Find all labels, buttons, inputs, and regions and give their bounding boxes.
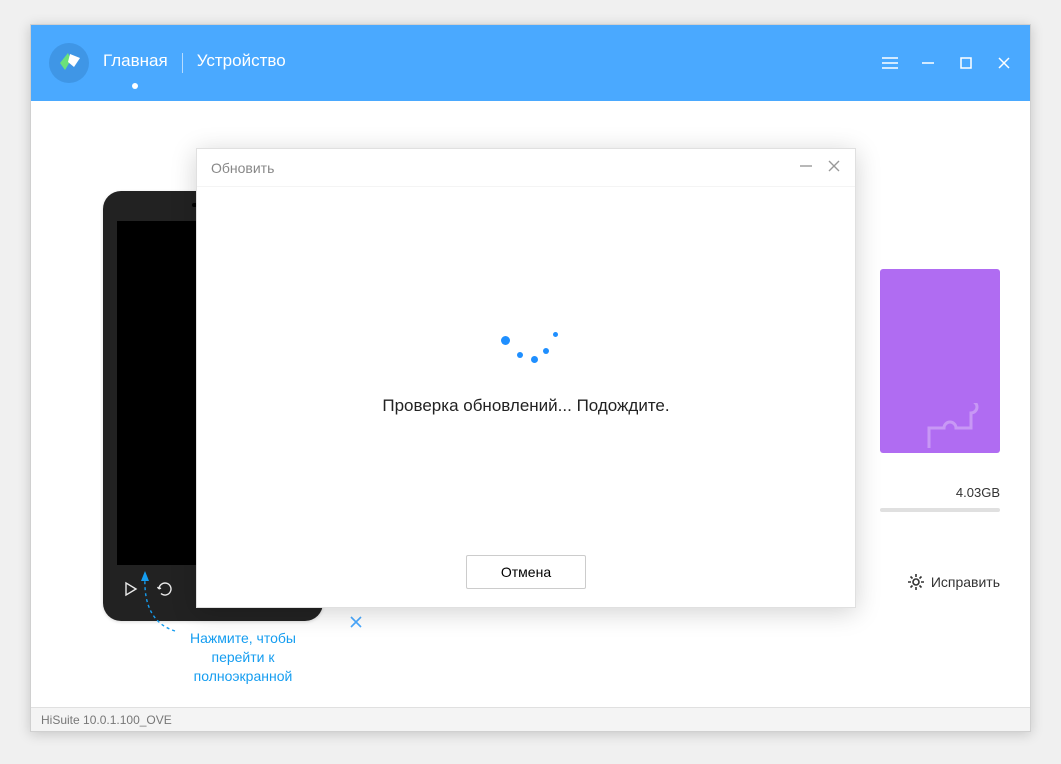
tooltip-close-icon[interactable]	[349, 613, 363, 634]
dialog-message: Проверка обновлений... Подождите.	[382, 396, 669, 416]
side-card	[880, 269, 1000, 453]
nav-separator	[182, 53, 183, 73]
loading-spinner-icon	[491, 308, 561, 378]
update-dialog: Обновить Проверка обновлений... Подождит…	[196, 148, 856, 608]
gear-icon	[907, 573, 925, 591]
dialog-close-icon[interactable]	[827, 159, 841, 176]
dialog-minimize-icon[interactable]	[799, 159, 813, 176]
menu-icon[interactable]	[882, 55, 898, 71]
cancel-button[interactable]: Отмена	[466, 555, 586, 589]
nav-home[interactable]: Главная	[103, 51, 168, 75]
dialog-footer: Отмена	[197, 537, 855, 607]
storage-bar	[880, 508, 1000, 512]
close-icon[interactable]	[996, 55, 1012, 71]
dialog-body: Проверка обновлений... Подождите.	[197, 187, 855, 537]
puzzle-icon	[924, 403, 994, 453]
app-logo	[49, 43, 89, 83]
logo-icon	[56, 50, 82, 76]
maximize-icon[interactable]	[958, 55, 974, 71]
storage-info: 4.03GB	[880, 485, 1000, 512]
storage-value: 4.03GB	[880, 485, 1000, 500]
fix-button[interactable]: Исправить	[907, 573, 1000, 591]
dialog-header: Обновить	[197, 149, 855, 187]
minimize-icon[interactable]	[920, 55, 936, 71]
version-label: HiSuite 10.0.1.100_OVE	[41, 713, 172, 727]
dialog-title: Обновить	[211, 160, 274, 176]
header-nav: Главная Устройство	[103, 51, 286, 75]
titlebar: Главная Устройство	[31, 25, 1030, 101]
statusbar: HiSuite 10.0.1.100_OVE	[31, 707, 1030, 731]
window-controls	[882, 55, 1012, 71]
nav-device[interactable]: Устройство	[197, 51, 286, 75]
fullscreen-tooltip: Нажмите, чтобы перейти к полноэкранной	[163, 629, 323, 686]
fix-label: Исправить	[931, 574, 1000, 590]
